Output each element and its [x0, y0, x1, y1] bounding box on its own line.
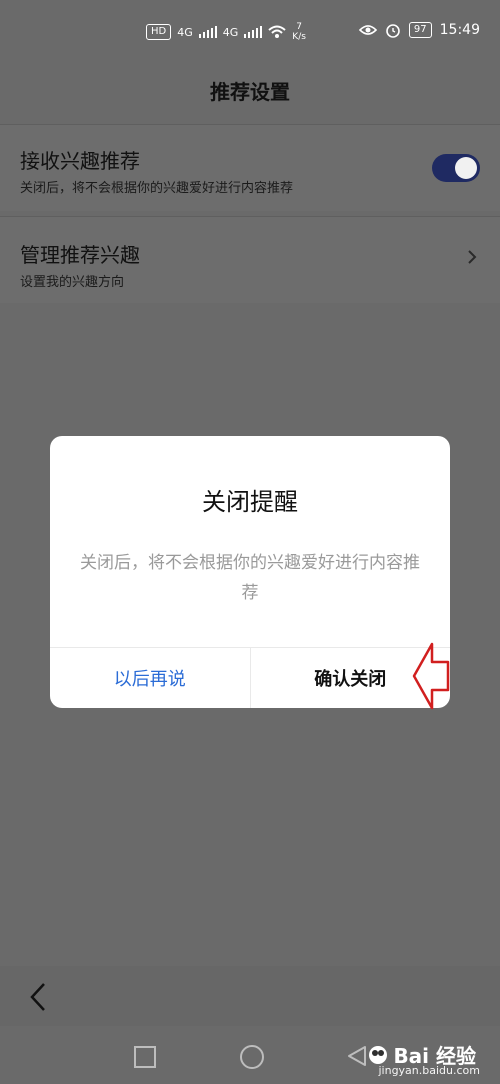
- status-right: 97 15:49: [358, 22, 480, 38]
- close-reminder-dialog: 关闭提醒 关闭后，将不会根据你的兴趣爱好进行内容推荐 以后再说 确认关闭: [50, 436, 450, 708]
- recents-square-icon[interactable]: [134, 1046, 156, 1068]
- settings-item-subtitle: 关闭后，将不会根据你的兴趣爱好进行内容推荐: [20, 181, 294, 196]
- chevron-right-icon: [468, 250, 477, 264]
- back-triangle-icon[interactable]: [345, 1044, 369, 1068]
- settings-item-manage-interests[interactable]: 管理推荐兴趣 设置我的兴趣方向: [0, 216, 500, 303]
- dialog-title: 关闭提醒: [202, 488, 298, 516]
- speed-unit: K/s: [292, 32, 306, 42]
- baidu-paw-icon: [369, 1045, 388, 1064]
- home-circle-icon[interactable]: [240, 1045, 264, 1069]
- dialog-message: 关闭后，将不会根据你的兴趣爱好进行内容推荐: [80, 553, 420, 603]
- back-arrow-icon[interactable]: [26, 980, 52, 1014]
- page-title: 推荐设置: [210, 79, 290, 104]
- speed-value: 7: [296, 22, 302, 32]
- sim2-network-label: 4G: [222, 25, 239, 39]
- bottom-toolbar: [0, 966, 500, 1026]
- settings-item-interest-recommend[interactable]: 接收兴趣推荐 关闭后，将不会根据你的兴趣爱好进行内容推荐: [0, 124, 500, 211]
- later-button[interactable]: 以后再说: [50, 648, 251, 708]
- watermark-site: jingyan.baidu.com: [378, 1064, 480, 1077]
- wifi-icon: [268, 25, 286, 38]
- interest-recommend-toggle[interactable]: [432, 154, 480, 182]
- toggle-knob: [455, 157, 477, 179]
- signal-icon: [198, 26, 217, 38]
- battery-icon: 97: [408, 22, 432, 38]
- dialog-actions: 以后再说 确认关闭: [50, 647, 450, 708]
- sim1-network-label: 4G: [177, 25, 193, 39]
- status-bar: HD 4G 4G 7 K/s 97 15:49: [0, 0, 500, 70]
- settings-item-title: 管理推荐兴趣: [20, 243, 140, 267]
- annotation-arrow-icon: [412, 642, 450, 710]
- alarm-icon: [386, 24, 400, 38]
- settings-item-title: 接收兴趣推荐: [20, 149, 140, 173]
- clock: 15:49: [439, 22, 480, 38]
- signal-icon: [244, 26, 263, 38]
- network-speed: 7 K/s: [292, 22, 306, 42]
- hd-icon: HD: [146, 24, 172, 40]
- status-left: HD 4G 4G 7 K/s: [146, 22, 306, 42]
- eye-icon: [358, 25, 377, 35]
- settings-item-subtitle: 设置我的兴趣方向: [20, 275, 125, 290]
